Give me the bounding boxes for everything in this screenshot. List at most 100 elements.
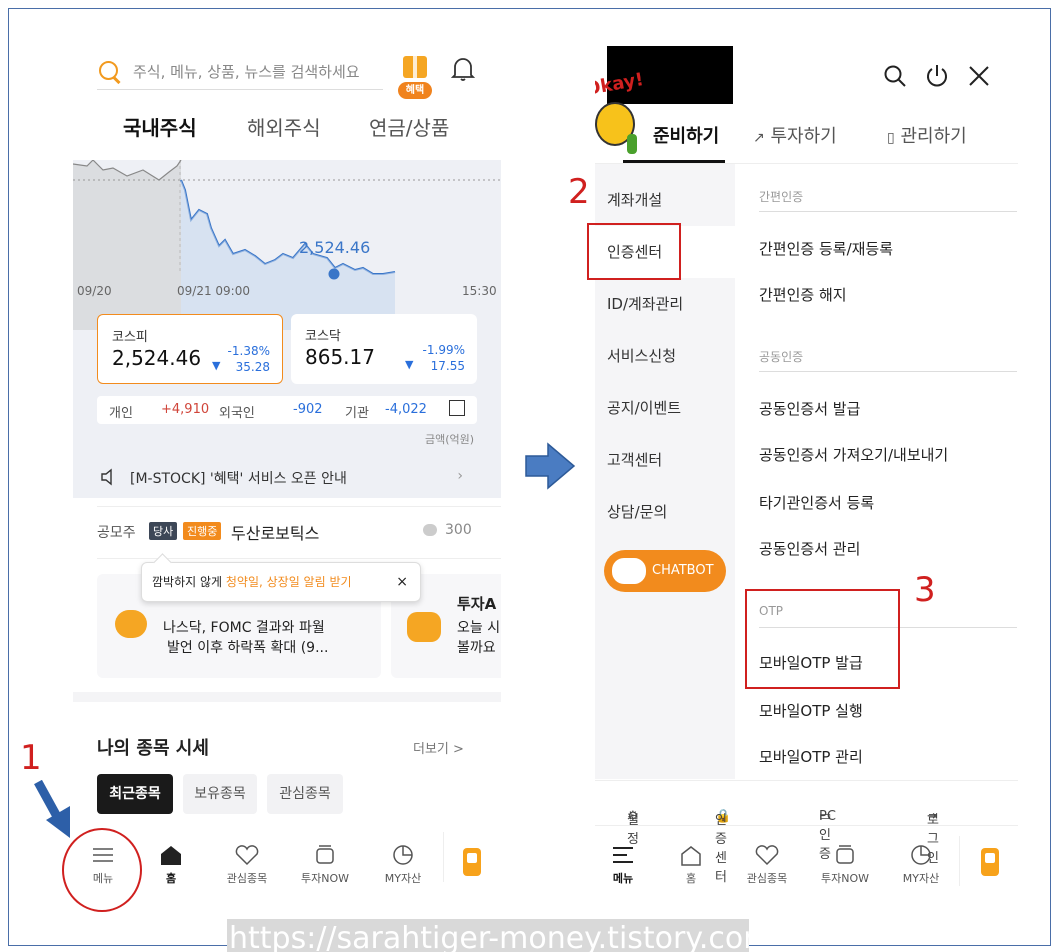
tab-manage[interactable]: ▯ 관리하기 [887,122,967,148]
tv-icon [832,844,858,866]
watermark: https://sarahtiger-money.tistory.com [227,919,749,952]
inst-label: 기관 [345,406,369,421]
kospi-change: -1.38% 35.28 [227,344,270,374]
next-step-arrow [525,442,576,490]
kosdaq-change: -1.99% 17.55 [422,343,465,373]
item-otp-run[interactable]: 모바일OTP 실행 [759,700,863,721]
foreign-value: -902 [293,402,323,417]
step-2-label: 2 [568,172,590,212]
kospi-name: 코스피 [112,330,148,345]
menu-consult[interactable]: 상담/문의 [595,486,735,538]
news-line1: 나스닥, FOMC 결과와 파월 [163,620,325,636]
x-tick-1: 09/20 [77,284,112,298]
item-simple-register[interactable]: 간편인증 등록/재등록 [759,238,893,259]
chart-toggle-icon[interactable] [449,400,465,416]
tooltip-link[interactable]: 청약일, 상장일 알림 받기 [226,575,352,589]
section-joint-cert: 공동인증 [759,344,1017,372]
news2-line2: 볼까요 [457,640,496,656]
home-icon [678,844,704,866]
item-cert-issue[interactable]: 공동인증서 발급 [759,398,860,419]
step-2-highlight [587,223,681,280]
nav-my-assets[interactable]: MY자산 [881,826,961,896]
utility-bar: ⚙ 설정 🔒 인증센터 ▭ PC 인증 ⇥ 로그인 [595,780,1018,885]
step-3-highlight [745,589,900,689]
investor-trade-bar: 개인 +4,910 외국인 -902 기관 -4,022 [97,396,477,424]
chevron-right-icon: › [457,468,463,484]
robot-icon [612,558,646,584]
kospi-value: 2,524.46 [112,346,202,370]
phone-app-icon[interactable] [463,848,481,876]
home-icon [158,844,184,866]
kosdaq-value: 865.17 [305,345,375,369]
down-arrow-icon: ▼ [405,358,414,371]
nav-watchlist[interactable]: 관심종목 [207,826,287,896]
item-simple-cancel[interactable]: 간편인증 해지 [759,284,847,305]
benefit-badge: 혜택 [398,82,432,99]
bottom-nav: 메뉴 홈 관심종목 투자NOW MY자산 [595,836,1018,896]
nav-home[interactable]: 홈 [131,826,211,896]
ipo-badge-status: 진행중 [183,522,222,540]
comment-icon [423,524,437,536]
step-1-arrow [34,780,70,838]
kosdaq-card[interactable]: 코스닥 865.17 ▼ -1.99% 17.55 [291,314,477,384]
tooltip-text: 깜박하지 않게 [152,575,226,589]
tab-indicator [623,160,725,163]
notice-row[interactable]: [M-STOCK] '혜택' 서비스 오픈 안내 › [97,468,477,490]
item-otp-manage[interactable]: 모바일OTP 관리 [759,746,863,767]
menu-icon [610,844,636,866]
tab-overseas[interactable]: 해외주식 [247,112,321,141]
search-placeholder: 주식, 메뉴, 상품, 뉴스를 검색하세요 [133,63,360,81]
robot-icon [407,612,441,642]
close-icon[interactable]: × [396,563,408,601]
ipo-badge-company: 당사 [149,522,178,540]
x-tick-2: 09/21 09:00 [177,284,250,298]
index-chart [73,160,501,330]
section-simple-auth: 간편인증 [759,184,1017,212]
power-icon[interactable] [925,64,949,88]
bell-icon[interactable] [450,56,476,82]
search-icon[interactable] [883,64,907,88]
ipo-name: 두산로보틱스 [231,524,320,543]
chip-watch[interactable]: 관심종목 [267,774,343,814]
ipo-row[interactable]: 공모주 당사 진행중 두산로보틱스 300 [97,520,477,544]
chip-holding[interactable]: 보유종목 [183,774,257,814]
benefit-gift-icon[interactable]: 혜택 [398,56,432,102]
tab-invest[interactable]: ↗ 투자하기 [753,122,837,148]
news2-title: 투자A [457,595,497,613]
nav-home[interactable]: 홈 [651,826,731,896]
ipo-alert-tooltip: 깜박하지 않게 청약일, 상장일 알림 받기 × [141,562,421,602]
x-tick-3: 15:30 [462,284,497,298]
nav-invest-now[interactable]: 투자NOW [285,826,365,896]
chatbot-button[interactable]: CHATBOT [604,550,726,592]
menu-id-account[interactable]: ID/계좌관리 [595,278,735,330]
kospi-card[interactable]: 코스피 2,524.46 ▼ -1.38% 35.28 [97,314,283,384]
menu-notice-event[interactable]: 공지/이벤트 [595,382,735,434]
item-cert-manage[interactable]: 공동인증서 관리 [759,538,860,559]
individual-label: 개인 [109,406,133,421]
menu-customer[interactable]: 고객센터 [595,434,735,486]
phone-app-icon[interactable] [981,848,999,876]
market-tabs: 국내주식 해외주식 연금/상품 [73,112,501,152]
more-link[interactable]: 더보기 > [413,738,464,757]
close-icon[interactable] [967,64,991,88]
item-cert-import-export[interactable]: 공동인증서 가져오기/내보내기 [759,444,948,465]
unit-note: 금액(억원) [425,433,475,446]
menu-account-open[interactable]: 계좌개설 [595,174,735,226]
chart-current-value: 2,524.46 [299,238,371,257]
nav-invest-now[interactable]: 투자NOW [805,826,885,896]
chip-recent[interactable]: 최근종목 [97,774,173,814]
nav-my-assets[interactable]: MY자산 [363,826,443,896]
tab-domestic[interactable]: 국내주식 [123,112,197,141]
step-1-highlight [62,828,142,912]
tab-prepare[interactable]: 준비하기 [653,122,719,148]
nav-watchlist[interactable]: 관심종목 [727,826,807,896]
step-1-label: 1 [20,738,42,778]
menu-service[interactable]: 서비스신청 [595,330,735,382]
tab-pension[interactable]: 연금/상품 [369,112,449,141]
search-bar[interactable]: 주식, 메뉴, 상품, 뉴스를 검색하세요 [97,54,383,90]
section-gap [73,692,501,702]
my-stocks-title: 나의 종목 시세 [97,738,209,759]
item-cert-other-register[interactable]: 타기관인증서 등록 [759,492,874,513]
menu-tabs: 준비하기 ↗ 투자하기 ▯ 관리하기 [595,116,1018,164]
pie-chart-icon [390,844,416,866]
